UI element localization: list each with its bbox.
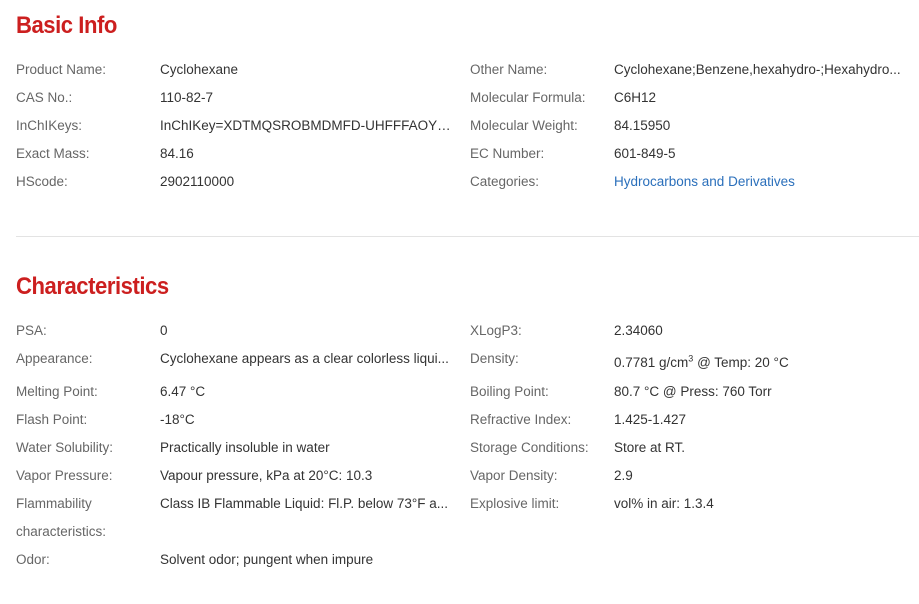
info-row: Flash Point: -18°C Refractive Index: 1.4…	[0, 406, 919, 434]
flash-point-value: -18°C	[160, 412, 195, 427]
storage-conditions-value: Store at RT.	[614, 440, 686, 455]
vapor-pressure-label: Vapor Pressure:	[16, 468, 113, 483]
molecular-formula-label: Molecular Formula:	[470, 90, 586, 105]
flammability-value: Class IB Flammable Liquid: Fl.P. below 7…	[160, 496, 449, 511]
explosive-limit-label: Explosive limit:	[470, 496, 560, 511]
molecular-weight-value: 84.15950	[614, 118, 671, 133]
xlogp3-label: XLogP3:	[470, 323, 522, 338]
water-solubility-value: Practically insoluble in water	[160, 440, 330, 455]
exact-mass-value: 84.16	[160, 146, 194, 161]
info-row: Product Name: Cyclohexane Other Name: Cy…	[0, 56, 919, 84]
vapor-pressure-value: Vapour pressure, kPa at 20°C: 10.3	[160, 468, 373, 483]
water-solubility-label: Water Solubility:	[16, 440, 114, 455]
psa-value: 0	[160, 323, 168, 338]
section-divider	[16, 236, 919, 237]
density-condition: @ Temp: 20 °C	[693, 355, 789, 370]
other-name-value: Cyclohexane;Benzene,hexahydro-;Hexahydro…	[614, 62, 901, 77]
melting-point-label: Melting Point:	[16, 384, 98, 399]
basic-info-heading: Basic Info	[16, 12, 117, 39]
explosive-limit-value: vol% in air: 1.3.4	[614, 496, 714, 511]
molecular-weight-label: Molecular Weight:	[470, 118, 578, 133]
density-label: Density:	[470, 351, 519, 366]
refractive-index-value: 1.425-1.427	[614, 412, 687, 427]
other-name-label: Other Name:	[470, 62, 548, 77]
density-value: 0.7781 g/cm3 @ Temp: 20 °C	[614, 349, 904, 377]
inchikeys-label: InChIKeys:	[16, 118, 83, 133]
hscode-label: HScode:	[16, 174, 68, 189]
info-row: Melting Point: 6.47 °C Boiling Point: 80…	[0, 378, 919, 406]
flammability-label-line2: characteristics:	[16, 524, 107, 539]
xlogp3-value: 2.34060	[614, 323, 663, 338]
odor-label: Odor:	[16, 552, 50, 567]
inchikeys-value: InChIKey=XDTMQSROBMDMFD-UHFFFAOYS...	[160, 118, 455, 133]
odor-value: Solvent odor; pungent when impure	[160, 552, 374, 567]
info-row: Vapor Pressure: Vapour pressure, kPa at …	[0, 462, 919, 490]
characteristics-heading: Characteristics	[16, 273, 169, 300]
product-name-value: Cyclohexane	[160, 62, 239, 77]
appearance-label: Appearance:	[16, 351, 93, 366]
boiling-point-label: Boiling Point:	[470, 384, 549, 399]
ec-number-value: 601-849-5	[614, 146, 676, 161]
appearance-value: Cyclohexane appears as a clear colorless…	[160, 351, 449, 366]
cas-no-value: 110-82-7	[160, 90, 214, 105]
density-number: 0.7781 g/cm	[614, 355, 689, 370]
cas-no-label: CAS No.:	[16, 90, 73, 105]
info-row: HScode: 2902110000 Categories: Hydrocarb…	[0, 168, 919, 196]
refractive-index-label: Refractive Index:	[470, 412, 572, 427]
product-name-label: Product Name:	[16, 62, 107, 77]
info-row: PSA: 0 XLogP3: 2.34060	[0, 317, 919, 345]
storage-conditions-label: Storage Conditions:	[470, 440, 589, 455]
info-row: Flammability characteristics: Class IB F…	[0, 490, 919, 546]
exact-mass-label: Exact Mass:	[16, 146, 90, 161]
info-row: CAS No.: 110-82-7 Molecular Formula: C6H…	[0, 84, 919, 112]
molecular-formula-value: C6H12	[614, 90, 657, 105]
categories-link[interactable]: Hydrocarbons and Derivatives	[614, 168, 904, 196]
melting-point-value: 6.47 °C	[160, 384, 206, 399]
flammability-label-line1: Flammability	[16, 496, 92, 511]
categories-label: Categories:	[470, 174, 540, 189]
vapor-density-value: 2.9	[614, 468, 633, 483]
hscode-value: 2902110000	[160, 174, 235, 189]
info-row: Water Solubility: Practically insoluble …	[0, 434, 919, 462]
flash-point-label: Flash Point:	[16, 412, 88, 427]
psa-label: PSA:	[16, 323, 47, 338]
info-row: InChIKeys: InChIKey=XDTMQSROBMDMFD-UHFFF…	[0, 112, 919, 140]
info-row: Exact Mass: 84.16 EC Number: 601-849-5	[0, 140, 919, 168]
boiling-point-value: 80.7 °C @ Press: 760 Torr	[614, 384, 772, 399]
info-row: Odor: Solvent odor; pungent when impure	[0, 546, 919, 574]
ec-number-label: EC Number:	[470, 146, 545, 161]
info-row: Appearance: Cyclohexane appears as a cle…	[0, 345, 919, 379]
vapor-density-label: Vapor Density:	[470, 468, 558, 483]
